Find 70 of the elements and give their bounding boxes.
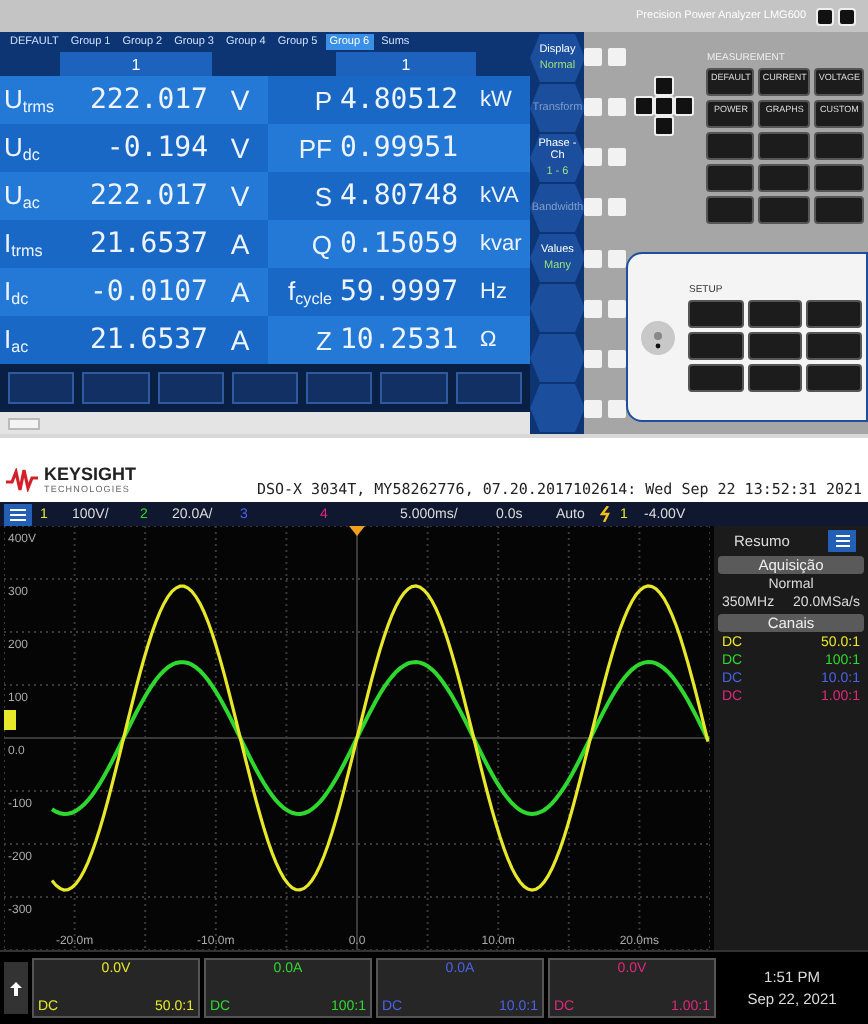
trigger-icon [600,506,612,522]
unit-label: kVA [476,172,530,220]
panel-button[interactable] [806,331,862,359]
quantity-label: f$_{cycle}$ [268,268,336,316]
measured-value: 10.2531 [336,316,476,364]
panel-button[interactable] [747,363,803,391]
panel-key[interactable] [608,399,627,418]
unit-label: V [212,76,268,124]
measured-value: 4.80748 [336,172,476,220]
panel-button[interactable] [758,196,811,224]
panel-menu-button[interactable] [828,530,856,552]
panel-button[interactable] [806,299,862,327]
menu-button[interactable] [4,503,32,525]
menu-icon [835,534,849,548]
quantity-label: U$_{trms}$ [0,76,60,124]
quantity-label: P [268,76,336,124]
wave-logo-icon [6,468,38,492]
unit-label: A [212,268,268,316]
quantity-label: I$_{trms}$ [0,220,60,268]
quantity-label: Z [268,316,336,364]
menu-icon [10,507,26,521]
quantity-label: S [268,172,336,220]
panel-button[interactable] [747,331,803,359]
up-arrow-icon [10,981,22,995]
column-header: 1 [60,52,212,76]
panel-button[interactable] [688,299,744,327]
knob-icon[interactable] [640,319,677,355]
panel-button[interactable] [706,164,755,192]
column-header: 1 [336,52,476,76]
unit-label: A [212,220,268,268]
measured-value: 21.6537 [60,316,212,364]
unit-label: A [212,316,268,364]
quantity-label: I$_{ac}$ [0,316,60,364]
quantity-label: PF [268,124,336,172]
panel-key[interactable] [608,299,627,318]
panel-button[interactable] [706,132,755,160]
panel-button[interactable] [806,363,862,391]
ground-marker-icon [4,710,16,730]
measured-value: 222.017 [60,76,212,124]
panel-key[interactable] [816,7,834,25]
quantity-label: I$_{dc}$ [0,268,60,316]
unit-label: kvar [476,220,530,268]
measured-value: 4.80512 [336,76,476,124]
unit-label: kW [476,76,530,124]
quantity-label: U$_{dc}$ [0,124,60,172]
panel-button[interactable] [758,164,811,192]
measured-value: 21.6537 [60,220,212,268]
measured-value: 59.9997 [336,268,476,316]
brand-name: KEYSIGHT [44,466,137,484]
panel-button[interactable] [688,331,744,359]
panel-button[interactable] [688,363,744,391]
unit-label: Ω [476,316,530,364]
unit-label: Hz [476,268,530,316]
panel-button[interactable] [747,299,803,327]
quantity-label: U$_{ac}$ [0,172,60,220]
quantity-label: Q [268,220,336,268]
panel-button[interactable] [706,196,755,224]
unit-label: V [212,172,268,220]
measured-value: 222.017 [60,172,212,220]
measured-value: 0.15059 [336,220,476,268]
measured-value: -0.0107 [60,268,212,316]
panel-button[interactable] [758,132,811,160]
direction-pad-icon[interactable] [634,76,695,136]
measured-value: 0.99951 [336,124,476,172]
panel-key[interactable] [838,7,856,25]
panel-key[interactable] [608,349,627,368]
expand-button[interactable] [4,962,28,1014]
measured-value: -0.194 [60,124,212,172]
unit-label: V [212,124,268,172]
table-cell [476,124,530,172]
